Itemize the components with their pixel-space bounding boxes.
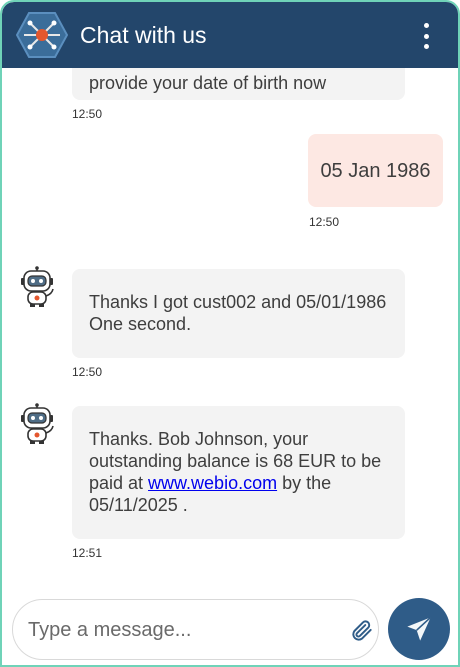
menu-dot <box>423 23 429 28</box>
paperclip-icon[interactable] <box>349 618 375 644</box>
message-text: Thanks. Bob Johnson, your outstanding ba… <box>89 428 389 516</box>
bot-message-bubble: provide your date of birth now <box>72 68 405 100</box>
menu-dot <box>423 44 429 49</box>
network-hexagon-icon <box>16 12 68 58</box>
user-message-bubble: 05 Jan 1986 <box>308 134 443 207</box>
chat-widget: Chat with us provide your date of birth … <box>0 0 460 667</box>
kebab-menu-icon[interactable] <box>414 23 438 49</box>
message-text: provide your date of birth now <box>89 73 327 93</box>
send-button[interactable] <box>388 598 450 660</box>
bot-message-bubble: Thanks. Bob Johnson, your outstanding ba… <box>72 406 405 539</box>
message-timestamp: 12:50 <box>72 365 103 379</box>
message-timestamp: 12:50 <box>72 107 103 121</box>
bot-message-bubble: Thanks I got cust002 and 05/01/1986 One … <box>72 269 405 358</box>
webio-link[interactable]: www.webio.com <box>148 473 277 493</box>
robot-avatar-icon <box>21 266 54 307</box>
message-list[interactable]: provide your date of birth now 12:50 05 … <box>2 68 458 588</box>
paper-plane-icon <box>407 616 432 641</box>
message-timestamp: 12:51 <box>72 546 103 560</box>
robot-avatar-icon <box>21 403 54 444</box>
menu-dot <box>423 33 429 39</box>
message-composer <box>12 599 379 660</box>
message-timestamp: 12:50 <box>309 215 340 229</box>
message-text: 05 Jan 1986 <box>320 160 431 182</box>
header-title: Chat with us <box>80 22 207 48</box>
chat-header: Chat with us <box>2 2 458 68</box>
message-input[interactable] <box>28 616 328 644</box>
message-text: Thanks I got cust002 and 05/01/1986 One … <box>89 292 387 334</box>
